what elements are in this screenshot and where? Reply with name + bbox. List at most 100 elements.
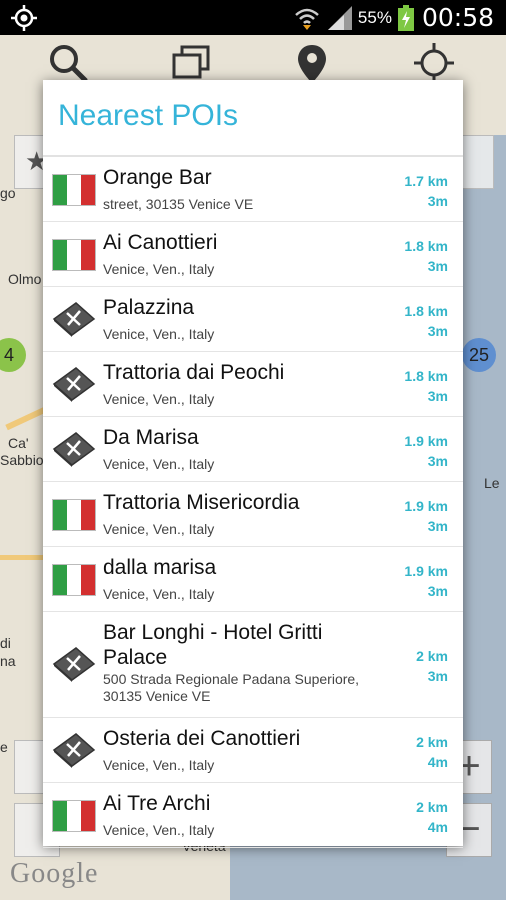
poi-travel-time: 3m: [427, 668, 448, 684]
poi-thumbnail: [52, 496, 96, 532]
signal-icon: [327, 5, 352, 30]
italy-flag-icon: [52, 174, 96, 206]
poi-name: Ai Canottieri: [103, 231, 218, 254]
restaurant-icon: [52, 301, 96, 342]
map-label: Ca': [8, 435, 29, 451]
poi-list-item[interactable]: Osteria dei Canottieri Venice, Ven., Ital…: [43, 718, 463, 783]
poi-distance-km: 1.8 km: [404, 368, 448, 384]
poi-list-item[interactable]: Orange Bar street, 30135 Venice VE 1.7 km 3…: [43, 157, 463, 222]
poi-thumbnail: [52, 236, 96, 272]
poi-distance-km: 1.8 km: [404, 303, 448, 319]
poi-address: Venice, Ven., Italy: [103, 391, 215, 407]
poi-address: Venice, Ven., Italy: [103, 822, 215, 838]
nearest-pois-dialog: Nearest POIs Orange Bar street, 30135 Ven…: [43, 80, 463, 848]
more-button[interactable]: [462, 135, 494, 189]
poi-travel-time: 3m: [427, 453, 448, 469]
poi-address: Venice, Ven., Italy: [103, 456, 215, 472]
poi-name: Orange Bar: [103, 166, 212, 189]
layers-icon[interactable]: [168, 41, 212, 85]
map-label: e: [0, 739, 8, 755]
poi-distance-km: 1.8 km: [404, 238, 448, 254]
poi-distance-km: 2 km: [416, 734, 448, 750]
poi-travel-time: 3m: [427, 193, 448, 209]
poi-address: Venice, Ven., Italy: [103, 521, 215, 537]
poi-travel-time: 4m: [427, 754, 448, 770]
poi-distance: 1.9 km 3m: [404, 561, 448, 601]
poi-list-item[interactable]: Ai Tre Archi Venice, Ven., Italy 2 km 4m: [43, 783, 463, 848]
poi-thumbnail: [52, 646, 96, 682]
poi-thumbnail: [52, 561, 96, 597]
restaurant-icon: [52, 732, 96, 773]
map-cluster[interactable]: 4: [0, 338, 26, 372]
italy-flag-icon: [52, 800, 96, 832]
battery-charging-icon: [397, 4, 414, 31]
poi-distance: 2 km 4m: [416, 732, 448, 772]
poi-distance: 1.7 km 3m: [404, 171, 448, 211]
poi-address: 500 Strada Regionale Padana Superiore, 3…: [103, 671, 360, 704]
restaurant-icon: [52, 646, 96, 687]
clock: 00:58: [421, 3, 494, 32]
poi-list-item[interactable]: Trattoria Misericordia Venice, Ven., Ital…: [43, 482, 463, 547]
poi-distance: 1.8 km 3m: [404, 301, 448, 341]
map-label: go: [0, 185, 16, 201]
google-logo: Google: [10, 858, 99, 889]
my-location-icon[interactable]: [412, 41, 456, 85]
poi-list-item[interactable]: Bar Longhi - Hotel Gritti Palace 500 Stra…: [43, 612, 463, 718]
poi-distance-km: 2 km: [416, 799, 448, 815]
map-cluster[interactable]: 25: [462, 338, 496, 372]
italy-flag-icon: [52, 564, 96, 596]
poi-address: Venice, Ven., Italy: [103, 757, 215, 773]
poi-address: Venice, Ven., Italy: [103, 326, 215, 342]
poi-address: Venice, Ven., Italy: [103, 261, 215, 277]
poi-address: Venice, Ven., Italy: [103, 586, 215, 602]
poi-list-item[interactable]: Palazzina Venice, Ven., Italy 1.8 km 3m: [43, 287, 463, 352]
poi-travel-time: 3m: [427, 323, 448, 339]
poi-name: Ai Tre Archi: [103, 792, 211, 815]
map-label: Olmo: [8, 271, 42, 287]
wifi-icon: [295, 8, 319, 30]
poi-name: Osteria dei Canottieri: [103, 727, 301, 750]
status-bar: 55% 00:58: [0, 0, 506, 35]
poi-thumbnail: [52, 366, 96, 402]
poi-thumbnail: [52, 301, 96, 337]
map-label: Le: [484, 475, 500, 491]
poi-thumbnail: [52, 732, 96, 768]
poi-travel-time: 3m: [427, 388, 448, 404]
poi-name: Da Marisa: [103, 426, 199, 449]
poi-thumbnail: [52, 797, 96, 833]
italy-flag-icon: [52, 499, 96, 531]
gps-crosshair-icon: [11, 5, 37, 31]
poi-name: dalla marisa: [103, 556, 217, 579]
poi-travel-time: 3m: [427, 518, 448, 534]
poi-thumbnail: [52, 431, 96, 467]
poi-distance-km: 1.7 km: [404, 173, 448, 189]
poi-distance-km: 1.9 km: [404, 563, 448, 579]
poi-distance: 1.8 km 3m: [404, 236, 448, 276]
poi-name: Trattoria Misericordia: [103, 491, 300, 514]
italy-flag-icon: [52, 239, 96, 271]
poi-distance: 2 km 3m: [416, 646, 448, 686]
map-toolbar: [0, 35, 506, 85]
poi-name: Trattoria dai Peochi: [103, 361, 285, 384]
battery-percent: 55%: [357, 7, 392, 27]
poi-list-item[interactable]: Ai Canottieri Venice, Ven., Italy 1.8 km 3m: [43, 222, 463, 287]
poi-name: Palazzina: [103, 296, 195, 319]
poi-distance: 1.9 km 3m: [404, 496, 448, 536]
poi-distance: 1.9 km 3m: [404, 431, 448, 471]
search-icon[interactable]: [46, 41, 90, 85]
poi-list-item[interactable]: Da Marisa Venice, Ven., Italy 1.9 km 3m: [43, 417, 463, 482]
poi-list-item[interactable]: Trattoria dai Peochi Venice, Ven., Italy 1…: [43, 352, 463, 417]
poi-distance-km: 1.9 km: [404, 498, 448, 514]
poi-distance-km: 1.9 km: [404, 433, 448, 449]
poi-thumbnail: [52, 171, 96, 207]
poi-list: Orange Bar street, 30135 Venice VE 1.7 km 3…: [43, 157, 463, 848]
poi-address: street, 30135 Venice VE: [103, 196, 254, 212]
map-label: na: [0, 653, 16, 669]
poi-travel-time: 3m: [427, 583, 448, 599]
map-label: di: [0, 635, 11, 651]
map-pin-icon[interactable]: [290, 41, 334, 85]
poi-list-item[interactable]: dalla marisa Venice, Ven., Italy 1.9 km 3m: [43, 547, 463, 612]
poi-distance-km: 2 km: [416, 648, 448, 664]
restaurant-icon: [52, 366, 96, 407]
poi-distance: 2 km 4m: [416, 797, 448, 837]
